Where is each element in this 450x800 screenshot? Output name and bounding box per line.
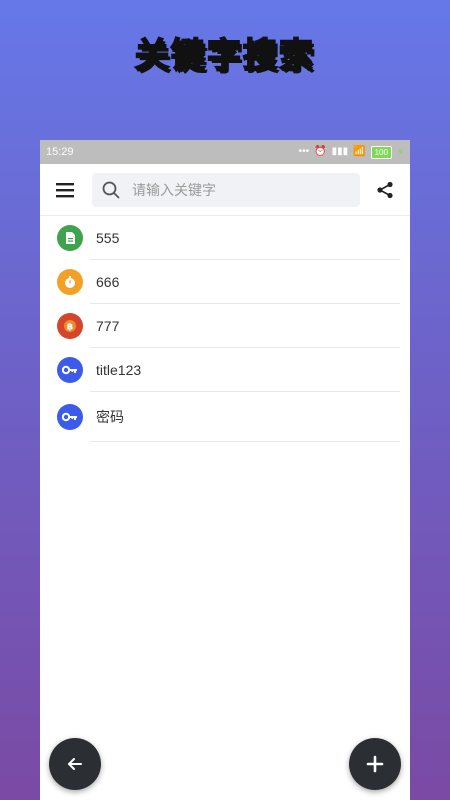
- item-label: 777: [96, 318, 120, 334]
- share-icon: [377, 181, 393, 198]
- alarm-icon: ⏰: [314, 146, 327, 157]
- key-icon: [57, 404, 83, 430]
- search-box[interactable]: [92, 172, 360, 207]
- item-label: 666: [96, 274, 120, 290]
- search-icon: [102, 181, 120, 198]
- wifi-icon: 📶: [353, 146, 366, 157]
- status-icons: ••• ⏰ ▮▮▮ 📶 100 ⚡: [298, 145, 404, 159]
- bitcoin-icon: ฿: [57, 313, 83, 339]
- keyword-result-list: 555 666 ฿ 777 title123 密码: [40, 216, 410, 442]
- toolbar: [40, 164, 410, 216]
- list-item[interactable]: 密码: [40, 392, 410, 442]
- document-icon: [57, 225, 83, 251]
- item-label: 555: [96, 230, 120, 246]
- svg-text:฿: ฿: [67, 323, 73, 333]
- item-label: 密码: [96, 409, 124, 425]
- phone-screen: 15:29 ••• ⏰ ▮▮▮ 📶 100 ⚡ 请输入关键字 555 666 ฿…: [40, 140, 410, 800]
- list-item[interactable]: 666: [40, 260, 410, 304]
- banner-title: 关键字搜索: [134, 35, 315, 77]
- share-button[interactable]: [374, 179, 396, 201]
- charging-icon: ⚡: [396, 146, 404, 158]
- stopwatch-icon: [57, 269, 83, 295]
- status-bar: 15:29 ••• ⏰ ▮▮▮ 📶 100 ⚡: [40, 140, 410, 164]
- more-dots-icon: •••: [298, 146, 310, 157]
- signal-icon: ▮▮▮: [331, 146, 349, 157]
- key-icon: [57, 357, 83, 383]
- item-label: title123: [96, 362, 142, 378]
- list-item[interactable]: 555: [40, 216, 410, 260]
- list-item[interactable]: ฿ 777: [40, 304, 410, 348]
- status-time: 15:29: [46, 146, 74, 158]
- arrow-left-icon: [68, 758, 82, 770]
- search-input[interactable]: [130, 180, 334, 199]
- plus-icon: [366, 755, 384, 773]
- back-button[interactable]: [49, 738, 101, 790]
- add-button[interactable]: [349, 738, 401, 790]
- battery-icon: 100: [370, 145, 392, 159]
- menu-button[interactable]: [54, 179, 76, 201]
- hamburger-icon: [56, 182, 74, 197]
- list-item[interactable]: title123: [40, 348, 410, 392]
